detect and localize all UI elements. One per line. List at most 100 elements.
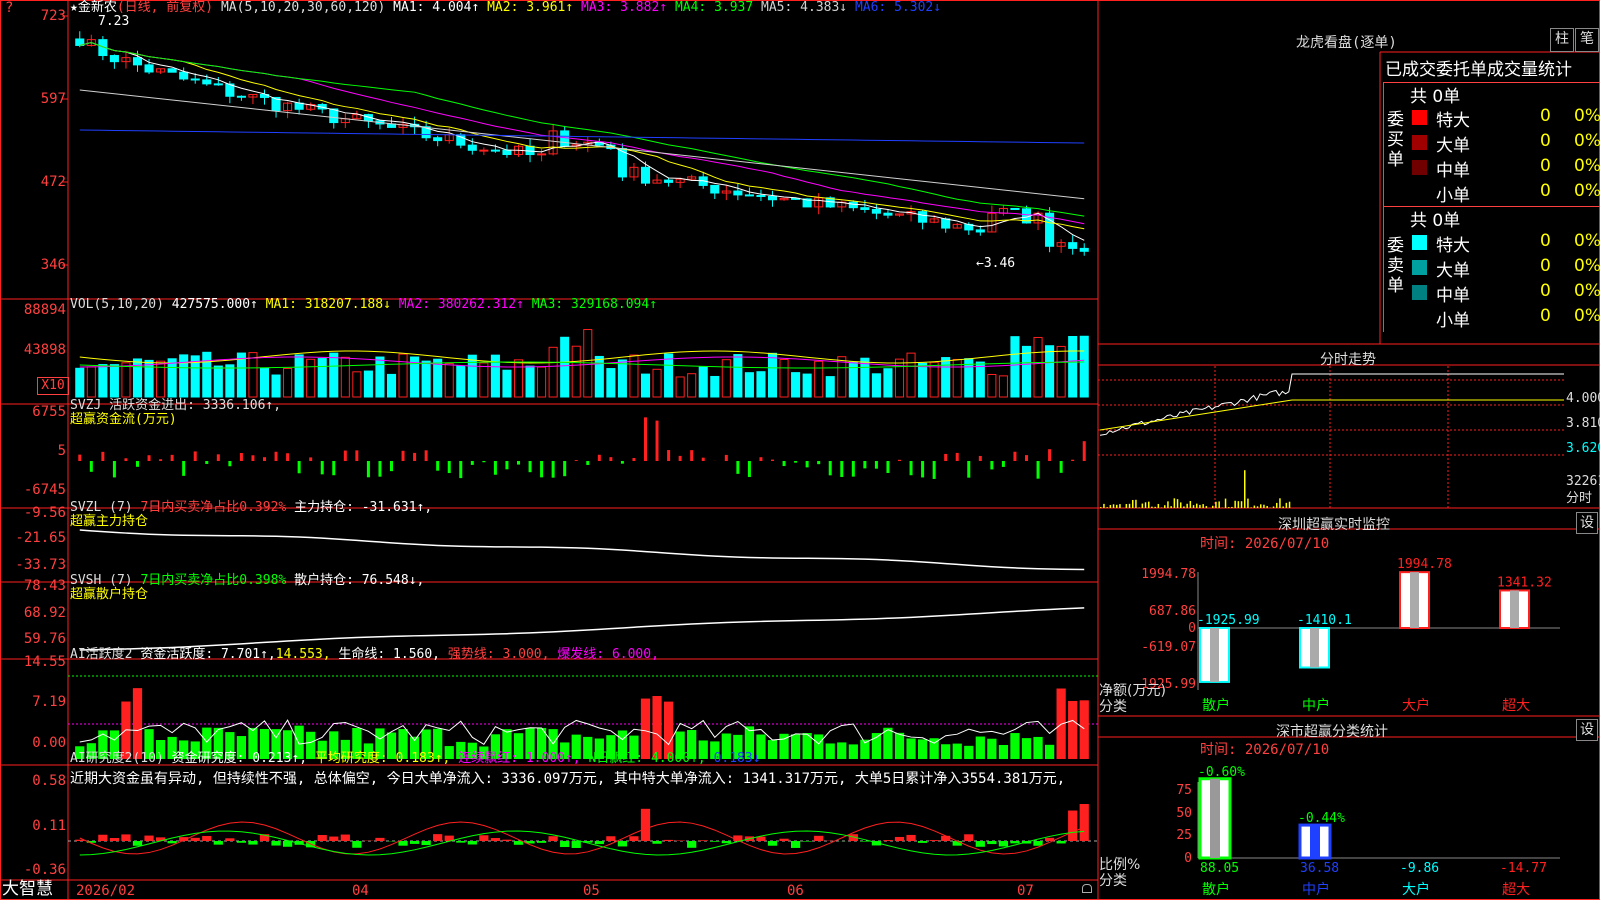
volume-bar bbox=[121, 362, 131, 398]
activity-bar bbox=[964, 745, 974, 759]
bar-value-label: 1994.78 bbox=[1397, 557, 1452, 572]
volume-bar bbox=[456, 365, 466, 398]
volume-bar bbox=[779, 359, 789, 398]
flow-bar bbox=[517, 461, 520, 465]
candle bbox=[756, 194, 766, 197]
research-bar bbox=[352, 841, 362, 848]
bar-value-label: -9.86 bbox=[1400, 861, 1439, 876]
research-bar bbox=[225, 838, 235, 841]
flow-bar bbox=[955, 452, 959, 461]
research-bar bbox=[502, 839, 512, 841]
flow-bar bbox=[401, 450, 405, 461]
volume-bar bbox=[617, 359, 627, 398]
ai-active-prefix: AI活跃度2 bbox=[70, 647, 133, 662]
order-pct: 0% bbox=[1574, 106, 1600, 126]
vol-axis-tick: 43898 bbox=[23, 342, 66, 358]
intraday-volume-bar bbox=[1231, 506, 1233, 508]
intraday-volume-bar bbox=[1157, 503, 1160, 508]
volume-bar bbox=[225, 364, 235, 398]
flow-bar bbox=[366, 461, 370, 478]
volume-bar bbox=[987, 373, 997, 398]
flow-bar bbox=[609, 457, 613, 461]
ai-active-val1: 资金活跃度: 7.701↑, bbox=[140, 647, 276, 662]
intraday-volume-bar bbox=[1144, 502, 1147, 508]
intraday-volume-bar bbox=[1263, 504, 1265, 508]
vol-unit-button[interactable]: X10 bbox=[37, 377, 69, 395]
ma-value: MA2: 3.961↑ bbox=[487, 0, 582, 15]
flow-bar bbox=[343, 450, 347, 461]
candle bbox=[871, 208, 881, 214]
order-count: 0 bbox=[1540, 131, 1551, 151]
volume-bar bbox=[975, 361, 985, 398]
svzl-prefix: SVZL (7) bbox=[70, 500, 133, 515]
research-bar bbox=[790, 841, 801, 848]
flow-bar bbox=[274, 451, 278, 461]
brand-logo[interactable]: 大智慧 bbox=[2, 881, 53, 898]
flow-bar bbox=[101, 451, 105, 461]
research-bar bbox=[779, 838, 789, 841]
volume-bar bbox=[1033, 336, 1043, 398]
intraday-volume-bar bbox=[1176, 499, 1179, 508]
volume-bar bbox=[502, 369, 512, 398]
flow-bar bbox=[840, 461, 844, 478]
volume-bar bbox=[444, 363, 454, 398]
volume-bar bbox=[398, 353, 408, 398]
intraday-axis-tick: 3.620 bbox=[1566, 441, 1600, 456]
volume-bar bbox=[202, 351, 212, 398]
flow-bar bbox=[424, 450, 428, 461]
summary-bar-highlight bbox=[1210, 628, 1219, 682]
ma-line bbox=[79, 42, 1085, 230]
flow-bar bbox=[170, 454, 174, 461]
order-type-label: 小单 bbox=[1436, 186, 1470, 206]
volume-bar bbox=[744, 372, 754, 398]
monitor-settings-button[interactable]: 设 bbox=[1576, 512, 1598, 534]
research-bar bbox=[894, 836, 905, 841]
flow-bar bbox=[528, 461, 532, 473]
bar-mode-button[interactable]: 柱 bbox=[1550, 28, 1574, 52]
candle bbox=[975, 229, 985, 233]
intraday-volume-bar bbox=[1164, 505, 1166, 508]
research-bar bbox=[490, 838, 501, 841]
flow-bar bbox=[782, 461, 786, 467]
intraday-volume-bar bbox=[1170, 506, 1172, 508]
activity-bar bbox=[848, 744, 858, 759]
classify-settings-button[interactable]: 设 bbox=[1576, 719, 1598, 741]
volume-bar bbox=[721, 359, 731, 398]
candle bbox=[236, 95, 246, 98]
volume-bar bbox=[479, 362, 489, 398]
volume-bar bbox=[329, 352, 339, 398]
flow-bar bbox=[563, 461, 567, 477]
candle bbox=[664, 179, 674, 183]
category-label: 超大 bbox=[1502, 882, 1530, 898]
summary-bar-highlight bbox=[1310, 825, 1320, 858]
intraday-volume-bar bbox=[1151, 506, 1153, 508]
legend-swatch bbox=[1412, 235, 1427, 250]
flow-bar bbox=[817, 461, 821, 465]
flow-bar bbox=[1059, 461, 1063, 473]
pen-mode-button[interactable]: 笔 bbox=[1575, 28, 1599, 52]
volume-bar bbox=[294, 354, 304, 398]
svzl-axis-tick: -21.65 bbox=[15, 530, 66, 546]
lock-icon[interactable] bbox=[1082, 884, 1092, 893]
intraday-volume-bar bbox=[1189, 500, 1192, 508]
research-bar bbox=[814, 835, 824, 841]
intraday-volume-bar bbox=[1234, 500, 1236, 508]
vol-ma3: MA3: 329168.094↑ bbox=[531, 297, 658, 312]
flow-bar bbox=[436, 461, 440, 471]
research-bar bbox=[167, 841, 177, 844]
flow-bar bbox=[851, 461, 855, 477]
flow-bar bbox=[482, 461, 486, 463]
flow-bar bbox=[182, 461, 186, 476]
candle bbox=[490, 149, 500, 152]
intraday-volume-bar bbox=[1138, 507, 1140, 508]
vol-value: 427575.000↑ bbox=[171, 297, 258, 312]
vol-legend: VOL(5,10,20) 427575.000↑ MA1: 318207.188… bbox=[70, 297, 657, 313]
research-bar bbox=[375, 837, 385, 841]
flow-bar bbox=[794, 461, 798, 463]
candle bbox=[767, 195, 778, 201]
order-type-label: 中单 bbox=[1436, 286, 1470, 306]
candle bbox=[1079, 247, 1089, 252]
dragon-header: 已成交委托单成交量统计 bbox=[1385, 60, 1572, 80]
candle bbox=[502, 149, 512, 156]
research-bar bbox=[640, 808, 651, 841]
